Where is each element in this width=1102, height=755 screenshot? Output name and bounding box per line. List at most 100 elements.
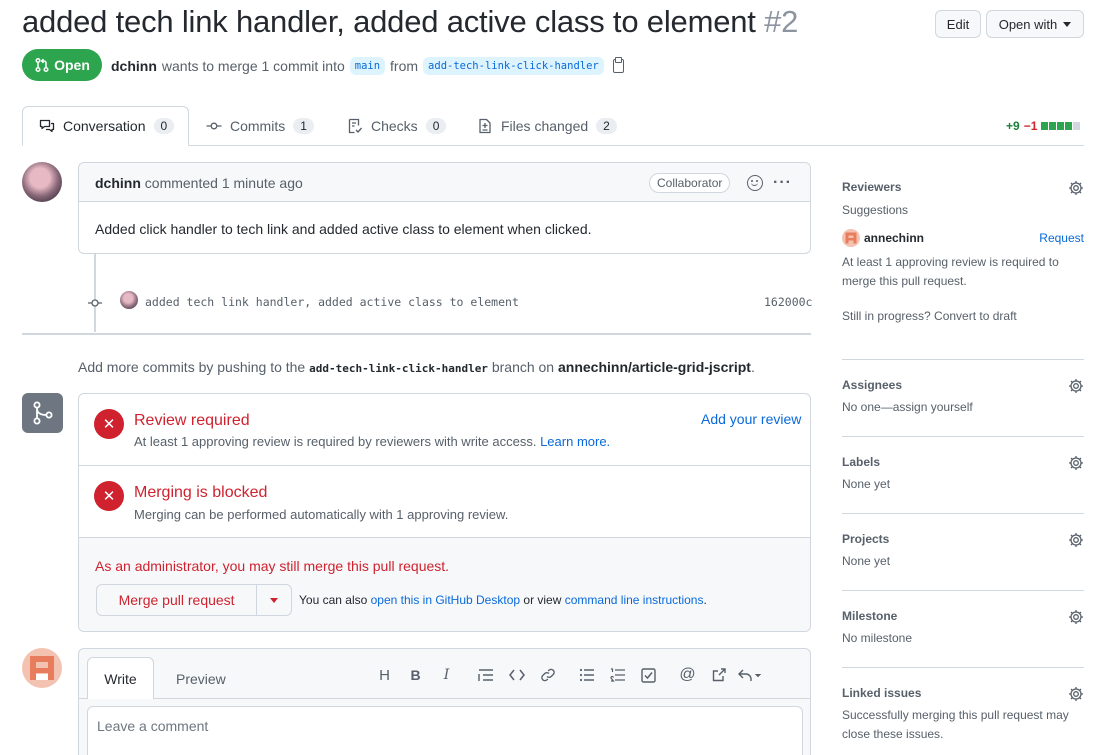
quote-icon[interactable] (470, 666, 501, 684)
pr-title: added tech link handler, added active cl… (22, 4, 798, 40)
linked-issues-value: Successfully merging this pull request m… (842, 708, 1069, 741)
diffstat-blocks (1041, 122, 1081, 130)
commit-avatar[interactable] (120, 291, 138, 309)
linked-issues-title[interactable]: Linked issues (842, 686, 1084, 700)
composer-divider (79, 698, 810, 699)
comment-author[interactable]: dchinn (95, 175, 141, 191)
sidebar-linked-issues: Linked issues Successfully merging this … (842, 686, 1084, 744)
merge-box: ✕ Review required At least 1 approving r… (78, 393, 811, 632)
edit-button[interactable]: Edit (935, 10, 981, 38)
tab-conversation[interactable]: Conversation 0 (22, 106, 189, 146)
command-line-link[interactable]: command line instructions (565, 593, 704, 607)
code-icon[interactable] (501, 666, 532, 684)
link-icon[interactable] (532, 666, 563, 684)
cross-reference-icon[interactable] (703, 666, 734, 684)
projects-value: None yet (842, 554, 891, 568)
push-note-repo[interactable]: annechinn/article-grid-jscript (558, 359, 751, 375)
reviewers-title[interactable]: Reviewers (842, 180, 1084, 194)
comment-textarea[interactable]: Leave a comment (87, 706, 803, 755)
sidebar-projects: Projects None yet (842, 532, 1084, 571)
gear-icon[interactable] (1068, 455, 1084, 471)
gear-icon[interactable] (1068, 180, 1084, 196)
commit-sha[interactable]: 162000c (764, 295, 812, 309)
copy-icon[interactable] (612, 57, 624, 73)
learn-more-link[interactable]: Learn more. (540, 434, 610, 449)
merging-blocked-subtitle: Merging can be performed automatically w… (134, 507, 509, 522)
avatar[interactable] (22, 162, 62, 202)
kebab-menu-icon[interactable]: ··· (773, 174, 792, 192)
git-merge-icon (22, 393, 63, 433)
sidebar-divider (842, 667, 1084, 668)
tab-preview[interactable]: Preview (176, 671, 226, 687)
gear-icon[interactable] (1068, 378, 1084, 394)
add-review-link[interactable]: Add your review (701, 411, 801, 427)
unordered-list-icon[interactable] (571, 666, 602, 684)
suggested-reviewer-name[interactable]: annechinn (864, 231, 924, 245)
merge-method-dropdown[interactable] (257, 585, 291, 615)
open-with-button[interactable]: Open with (986, 10, 1084, 38)
commit-icon (206, 122, 222, 130)
push-note: Add more commits by pushing to the add-t… (78, 359, 755, 375)
reply-dropdown-icon[interactable] (734, 666, 765, 684)
push-note-middle: branch on (491, 359, 555, 375)
request-review-link[interactable]: Request (1039, 231, 1084, 245)
tab-counter: 0 (153, 118, 175, 134)
checklist-icon (348, 118, 363, 134)
merge-text: wants to merge 1 commit into (161, 58, 345, 74)
assignees-title[interactable]: Assignees (842, 378, 1084, 392)
tab-files-changed[interactable]: Files changed 2 (477, 106, 617, 146)
tab-counter: 1 (293, 118, 314, 134)
x-circle-icon: ✕ (94, 409, 124, 439)
gear-icon[interactable] (1068, 686, 1084, 702)
review-required-subtitle: At least 1 approving review is required … (134, 434, 610, 449)
sidebar-milestone: Milestone No milestone (842, 609, 1084, 648)
labels-value: None yet (842, 477, 891, 491)
merge-button-group: Merge pull request (96, 584, 292, 616)
current-user-avatar[interactable] (22, 648, 62, 688)
ordered-list-icon[interactable] (602, 666, 633, 684)
review-required-text: At least 1 approving review is required … (134, 434, 537, 449)
convert-to-draft-link[interactable]: Still in progress? Convert to draft (842, 307, 1084, 326)
merging-blocked-title: Merging is blocked (134, 484, 268, 501)
review-required-title: Review required (134, 412, 250, 429)
mention-icon[interactable]: @ (672, 666, 703, 684)
tab-write[interactable]: Write (87, 657, 154, 699)
comment-composer: Write Preview H B I @ Leave a comment (78, 648, 811, 755)
projects-title[interactable]: Projects (842, 532, 1084, 546)
markdown-toolbar: H B I @ (369, 666, 765, 684)
tab-counter: 0 (425, 118, 447, 134)
reviewers-note: At least 1 approving review is required … (842, 255, 1059, 288)
chevron-down-icon (1063, 21, 1072, 27)
author-link[interactable]: dchinn (111, 58, 157, 74)
pr-number: #2 (764, 4, 799, 39)
commit-message[interactable]: added tech link handler, added active cl… (145, 295, 519, 309)
assignees-value[interactable]: No one—assign yourself (842, 398, 1084, 417)
tab-commits[interactable]: Commits 1 (206, 106, 314, 146)
comment-time[interactable]: 1 minute ago (222, 175, 303, 191)
task-list-icon[interactable] (633, 666, 664, 684)
milestone-value: No milestone (842, 631, 913, 645)
italic-icon[interactable]: I (431, 666, 462, 684)
labels-title[interactable]: Labels (842, 455, 1084, 469)
reviewer-avatar[interactable] (842, 229, 860, 247)
head-branch[interactable]: add-tech-link-click-handler (423, 57, 604, 75)
reaction-smiley-icon[interactable] (747, 175, 763, 191)
suggested-reviewer-row: annechinn Request (842, 229, 1084, 247)
gear-icon[interactable] (1068, 609, 1084, 625)
merge-pull-request-button[interactable]: Merge pull request (97, 585, 258, 615)
comment-discussion-icon (39, 119, 55, 133)
sidebar-divider (842, 590, 1084, 591)
gear-icon[interactable] (1068, 532, 1084, 548)
base-branch[interactable]: main (349, 57, 386, 75)
tab-label: Checks (371, 118, 418, 134)
milestone-title[interactable]: Milestone (842, 609, 1084, 623)
bold-icon[interactable]: B (400, 666, 431, 684)
merge-alt-suffix: . (703, 593, 707, 607)
pr-meta: dchinn wants to merge 1 commit into main… (111, 57, 624, 75)
open-desktop-link[interactable]: open this in GitHub Desktop (371, 593, 520, 607)
tab-checks[interactable]: Checks 0 (347, 106, 447, 146)
heading-icon[interactable]: H (369, 666, 400, 684)
divider (79, 465, 810, 466)
state-badge: Open (22, 49, 102, 81)
state-label: Open (54, 57, 90, 73)
